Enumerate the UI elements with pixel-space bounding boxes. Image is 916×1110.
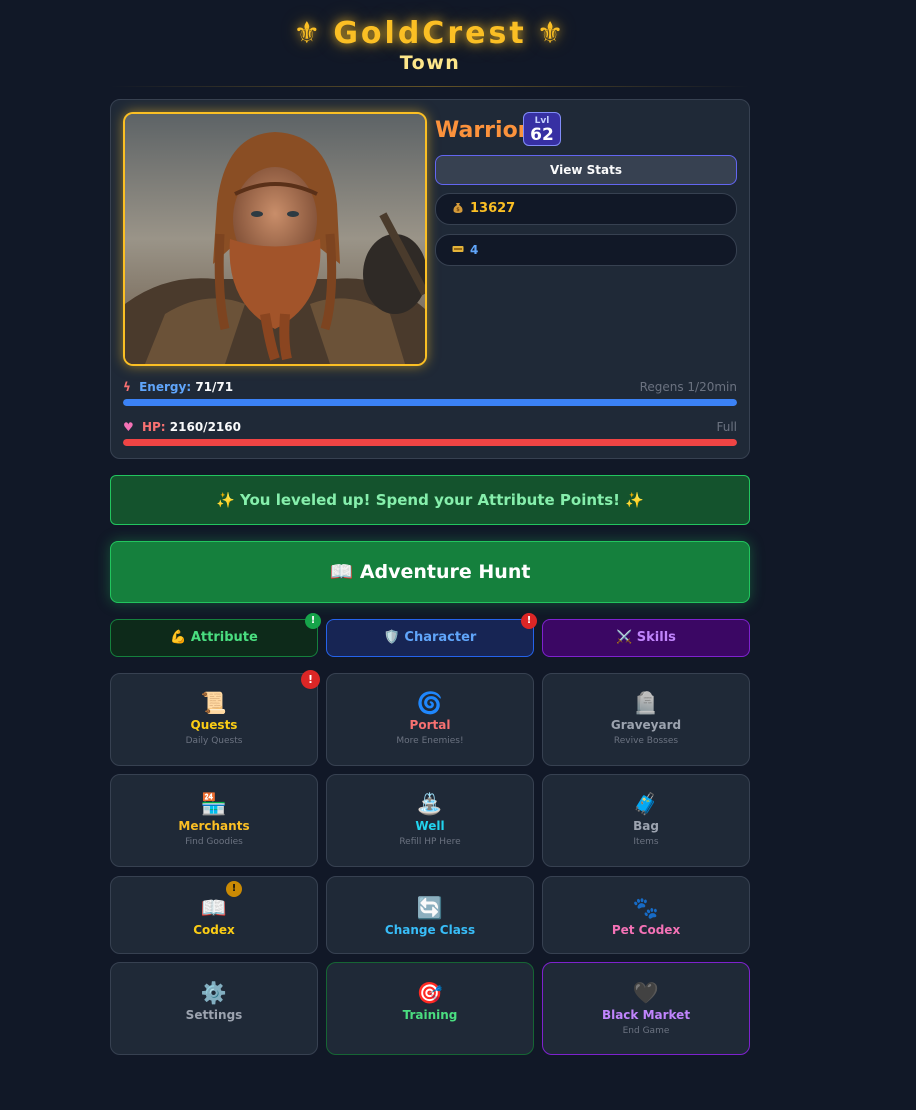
merchants-tile[interactable]: 🏪 Merchants Find Goodies [110,774,318,867]
energy-label: Energy: [139,380,192,394]
crossed-swords-icon: ⚔️ [616,630,633,645]
svg-text:$: $ [456,207,460,213]
portal-title: Portal [409,718,451,732]
attribute-notification-badge: ! [305,613,321,629]
luggage-icon: 🧳 [632,792,660,816]
game-title: ⚜ GoldCrest ⚜ [110,12,750,56]
bag-subtitle: Items [633,837,659,847]
graveyard-title: Graveyard [610,718,682,732]
merchants-subtitle: Find Goodies [185,837,243,847]
money-bag-icon: $ [453,203,463,213]
character-notification-badge: ! [521,613,537,629]
skills-label: Skills [636,630,676,645]
headstone-icon: 🪦 [632,691,660,715]
graveyard-subtitle: Revive Bosses [613,736,679,746]
codex-notification-badge: ! [226,881,242,897]
attribute-button[interactable]: 💪 Attribute [110,619,318,657]
store-icon: 🏪 [200,792,228,816]
pet-codex-tile[interactable]: 🐾 Pet Codex [542,876,750,954]
ticket-display: 4 [435,234,737,266]
character-class-name: Warrior [435,118,529,143]
training-title: Training [402,1008,458,1022]
hp-bar-row: ♥ HP: 2160/2160 Full [123,419,737,446]
well-title: Well [415,819,445,833]
level-badge: Lvl 62 [523,112,561,146]
town-header: ⚜ GoldCrest ⚜ Town [110,12,750,74]
black-heart-icon: 🖤 [632,981,660,1005]
black-market-tile[interactable]: 🖤 Black Market End Game [542,962,750,1055]
well-tile[interactable]: ⛲ Well Refill HP Here [326,774,534,867]
hp-bar [123,439,737,446]
quests-subtitle: Daily Quests [185,736,243,746]
warrior-portrait-image [125,114,425,364]
bag-tile[interactable]: 🧳 Bag Items [542,774,750,867]
hp-status-note: Full [716,420,737,434]
location-subtitle: Town [399,52,461,74]
portal-tile[interactable]: 🌀 Portal More Enemies! [326,673,534,766]
black-market-subtitle: End Game [622,1026,670,1036]
scroll-icon: 📜 [200,691,228,715]
header-divider [110,86,750,87]
game-title-text: GoldCrest [333,16,527,51]
hp-label: HP: [141,420,166,434]
gold-display: $ 13627 [435,193,737,225]
bullseye-icon: 🎯 [416,981,444,1005]
flexed-biceps-icon: 💪 [170,630,187,645]
merchants-title: Merchants [178,819,250,833]
portal-icon: 🌀 [416,691,444,715]
codex-title: Codex [193,923,235,937]
refresh-arrows-icon: 🔄 [416,896,444,920]
energy-regen-note: Regens 1/20min [639,380,737,394]
view-stats-button[interactable]: View Stats [435,155,737,185]
gold-amount: 13627 [470,201,516,216]
settings-tile[interactable]: ⚙️ Settings [110,962,318,1055]
level-up-banner[interactable]: ✨ You leveled up! Spend your Attribute P… [110,475,750,525]
pet-codex-title: Pet Codex [611,923,681,937]
attribute-label: Attribute [190,630,258,645]
character-panel: Warrior Lvl 62 View Stats $ 13627 4 ϟ En… [110,99,750,459]
hp-bar-fill [123,439,737,446]
quests-title: Quests [190,718,238,732]
lightning-icon: ϟ [123,380,131,394]
energy-value: 71/71 [195,380,234,394]
character-button[interactable]: 🛡️ Character [326,619,534,657]
character-label: Character [404,630,477,645]
energy-bar [123,399,737,406]
fleur-de-lis-icon: ⚜ [536,16,567,51]
energy-bar-row: ϟ Energy: 71/71 Regens 1/20min [123,379,737,406]
fleur-de-lis-icon: ⚜ [293,16,324,51]
gear-icon: ⚙️ [200,981,228,1005]
character-portrait[interactable] [123,112,427,366]
change-class-tile[interactable]: 🔄 Change Class [326,876,534,954]
hp-value: 2160/2160 [169,420,241,434]
change-class-title: Change Class [384,923,476,937]
training-tile[interactable]: 🎯 Training [326,962,534,1055]
skills-button[interactable]: ⚔️ Skills [542,619,750,657]
shield-icon: 🛡️ [383,630,400,645]
quests-notification-badge: ! [301,670,320,689]
level-value: 62 [530,125,554,145]
heart-icon: ♥ [123,420,134,434]
open-book-icon: 📖 [200,896,228,920]
adventure-hunt-button[interactable]: 📖 Adventure Hunt [110,541,750,603]
paw-prints-icon: 🐾 [632,896,660,920]
bag-title: Bag [633,819,659,833]
ticket-count: 4 [470,243,479,257]
codex-tile[interactable]: 📖 Codex [110,876,318,954]
portal-subtitle: More Enemies! [396,736,464,746]
well-subtitle: Refill HP Here [399,837,461,847]
energy-bar-fill [123,399,737,406]
black-market-title: Black Market [601,1008,691,1022]
quests-tile[interactable]: 📜 Quests Daily Quests [110,673,318,766]
fountain-icon: ⛲ [416,792,444,816]
graveyard-tile[interactable]: 🪦 Graveyard Revive Bosses [542,673,750,766]
ticket-icon [452,246,464,252]
settings-title: Settings [185,1008,243,1022]
